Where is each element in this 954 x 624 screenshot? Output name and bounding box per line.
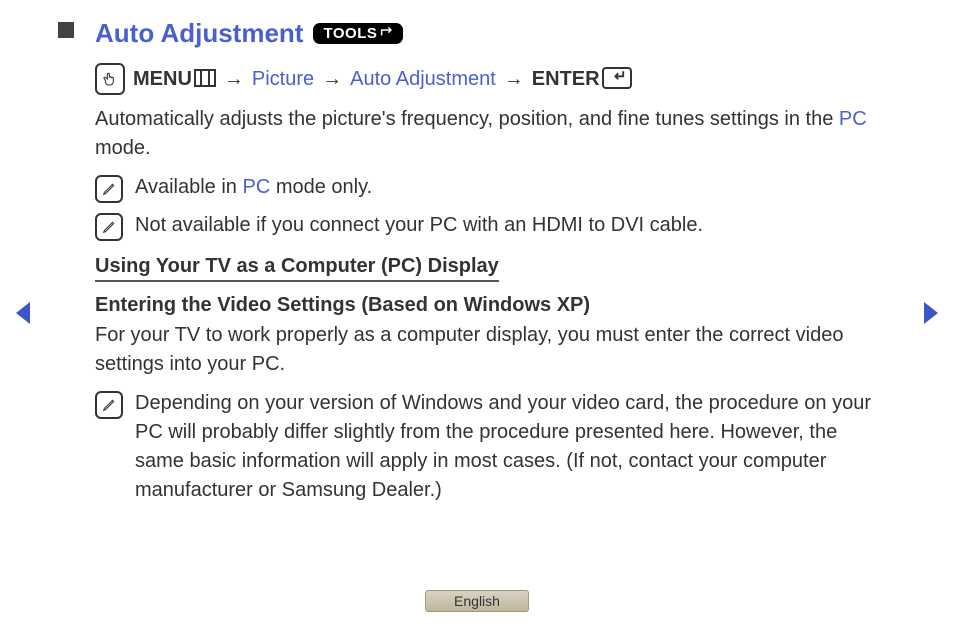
path-sep: → xyxy=(504,68,524,91)
note-2: Not available if you connect your PC wit… xyxy=(95,211,875,241)
tools-badge: TOOLS xyxy=(313,23,403,44)
note1-post: mode only. xyxy=(270,176,372,198)
menu-path: MENU → Picture → Auto Adjustment → ENTER xyxy=(95,63,875,95)
section-heading: Using Your TV as a Computer (PC) Display xyxy=(95,255,499,282)
path-auto-adjustment: Auto Adjustment xyxy=(350,68,496,91)
path-sep: → xyxy=(224,68,244,91)
tools-label: TOOLS xyxy=(323,25,377,42)
menu-label: MENU xyxy=(133,68,216,91)
description: Automatically adjusts the picture's freq… xyxy=(95,105,875,163)
pencil-icon xyxy=(95,175,123,203)
section-heading-wrap: Using Your TV as a Computer (PC) Display xyxy=(95,249,875,294)
next-page-button[interactable] xyxy=(920,300,940,331)
content-area: Auto Adjustment TOOLS MENU → Picture → A… xyxy=(95,18,875,513)
desc-pre: Automatically adjusts the picture's freq… xyxy=(95,108,839,130)
menu-grid-icon xyxy=(194,69,216,87)
prev-page-button[interactable] xyxy=(14,300,34,331)
hand-icon xyxy=(95,63,125,95)
sub-body: For your TV to work properly as a comput… xyxy=(95,321,875,379)
enter-text: ENTER xyxy=(532,68,600,90)
enter-icon xyxy=(602,67,632,89)
path-picture: Picture xyxy=(252,68,314,91)
pencil-icon xyxy=(95,213,123,241)
note-1-text: Available in PC mode only. xyxy=(135,173,372,202)
note1-pre: Available in xyxy=(135,176,242,198)
enter-label: ENTER xyxy=(532,67,632,91)
note-2-text: Not available if you connect your PC wit… xyxy=(135,211,703,240)
path-sep: → xyxy=(322,68,342,91)
title-row: Auto Adjustment TOOLS xyxy=(95,18,875,49)
note-1: Available in PC mode only. xyxy=(95,173,875,203)
sub-heading: Entering the Video Settings (Based on Wi… xyxy=(95,294,875,317)
section-bullet xyxy=(58,22,74,38)
desc-pc: PC xyxy=(839,108,867,130)
note1-pc: PC xyxy=(242,176,270,198)
note-3-text: Depending on your version of Windows and… xyxy=(135,389,875,505)
pencil-icon xyxy=(95,391,123,419)
note-3: Depending on your version of Windows and… xyxy=(95,389,875,505)
menu-text: MENU xyxy=(133,68,192,90)
desc-post: mode. xyxy=(95,137,151,159)
language-indicator: English xyxy=(425,590,529,612)
page-title: Auto Adjustment xyxy=(95,18,303,49)
tools-arrow-icon xyxy=(379,26,395,42)
